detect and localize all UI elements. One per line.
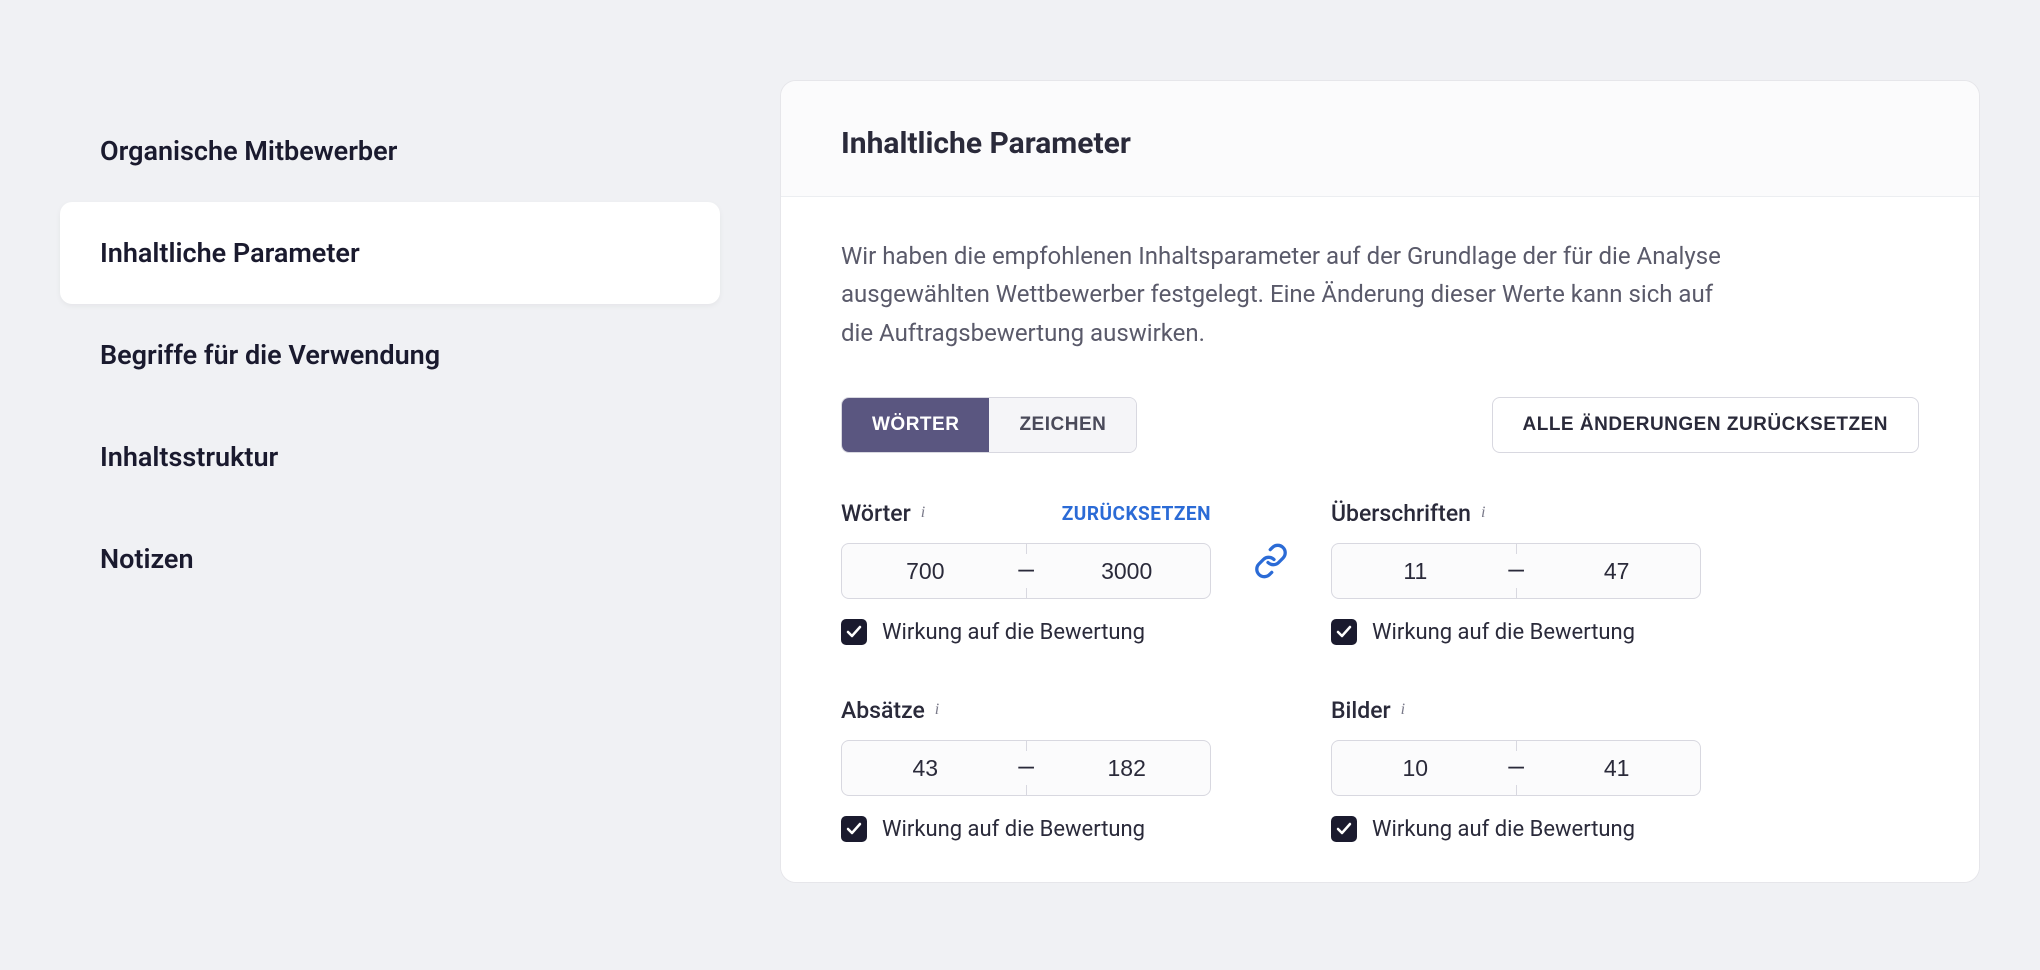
info-icon[interactable]: i	[1481, 504, 1485, 522]
info-icon[interactable]: i	[921, 504, 925, 522]
headings-max-input[interactable]	[1533, 558, 1700, 585]
paragraphs-max-input[interactable]	[1043, 755, 1210, 782]
headings-min-input[interactable]	[1332, 558, 1499, 585]
panel-title: Inhaltliche Parameter	[841, 126, 1919, 161]
images-effect-label: Wirkung auf die Bewertung	[1372, 817, 1635, 842]
link-icon[interactable]	[1253, 543, 1289, 583]
toggle-chars[interactable]: ZEICHEN	[989, 398, 1136, 452]
param-images-label: Bilder	[1331, 697, 1391, 724]
info-icon[interactable]: i	[935, 701, 939, 719]
paragraphs-min-input[interactable]	[842, 755, 1009, 782]
words-range: —	[841, 543, 1211, 599]
paragraphs-effect-label: Wirkung auf die Bewertung	[882, 817, 1145, 842]
param-paragraphs: Absätze i — Wirkung auf die Bewertung	[841, 695, 1211, 842]
headings-range: —	[1331, 543, 1701, 599]
sidebar-item-structure[interactable]: Inhaltsstruktur	[60, 406, 720, 508]
unit-toggle: WÖRTER ZEICHEN	[841, 397, 1137, 453]
paragraphs-effect-checkbox[interactable]	[841, 816, 867, 842]
range-separator: —	[1507, 557, 1526, 585]
param-headings: Überschriften i — Wirkung auf die Bewe	[1331, 498, 1701, 645]
images-range: —	[1331, 740, 1701, 796]
toggle-words[interactable]: WÖRTER	[842, 398, 989, 452]
headings-effect-label: Wirkung auf die Bewertung	[1372, 620, 1635, 645]
range-separator: —	[1017, 557, 1036, 585]
words-effect-checkbox[interactable]	[841, 619, 867, 645]
sidebar-item-content-params[interactable]: Inhaltliche Parameter	[60, 202, 720, 304]
param-images: Bilder i — Wirkung auf die Bewertung	[1331, 695, 1701, 842]
content-params-panel: Inhaltliche Parameter Wir haben die empf…	[780, 80, 1980, 883]
images-max-input[interactable]	[1533, 755, 1700, 782]
range-separator: —	[1507, 754, 1526, 782]
sidebar-item-terms[interactable]: Begriffe für die Verwendung	[60, 304, 720, 406]
param-headings-label: Überschriften	[1331, 500, 1471, 527]
param-words-label: Wörter	[841, 500, 911, 527]
sidebar-item-notes[interactable]: Notizen	[60, 508, 720, 610]
images-min-input[interactable]	[1332, 755, 1499, 782]
param-words: Wörter i ZURÜCKSETZEN — Wi	[841, 498, 1211, 645]
headings-effect-checkbox[interactable]	[1331, 619, 1357, 645]
paragraphs-range: —	[841, 740, 1211, 796]
words-effect-label: Wirkung auf die Bewertung	[882, 620, 1145, 645]
reset-words-link[interactable]: ZURÜCKSETZEN	[1062, 502, 1211, 525]
words-max-input[interactable]	[1043, 558, 1210, 585]
info-icon[interactable]: i	[1401, 701, 1405, 719]
sidebar-item-competitors[interactable]: Organische Mitbewerber	[60, 100, 720, 202]
reset-all-button[interactable]: ALLE ÄNDERUNGEN ZURÜCKSETZEN	[1492, 397, 1920, 453]
panel-description: Wir haben die empfohlenen Inhaltsparamet…	[841, 237, 1721, 352]
param-paragraphs-label: Absätze	[841, 697, 925, 724]
sidebar: Organische Mitbewerber Inhaltliche Param…	[60, 80, 720, 883]
range-separator: —	[1017, 754, 1036, 782]
images-effect-checkbox[interactable]	[1331, 816, 1357, 842]
words-min-input[interactable]	[842, 558, 1009, 585]
